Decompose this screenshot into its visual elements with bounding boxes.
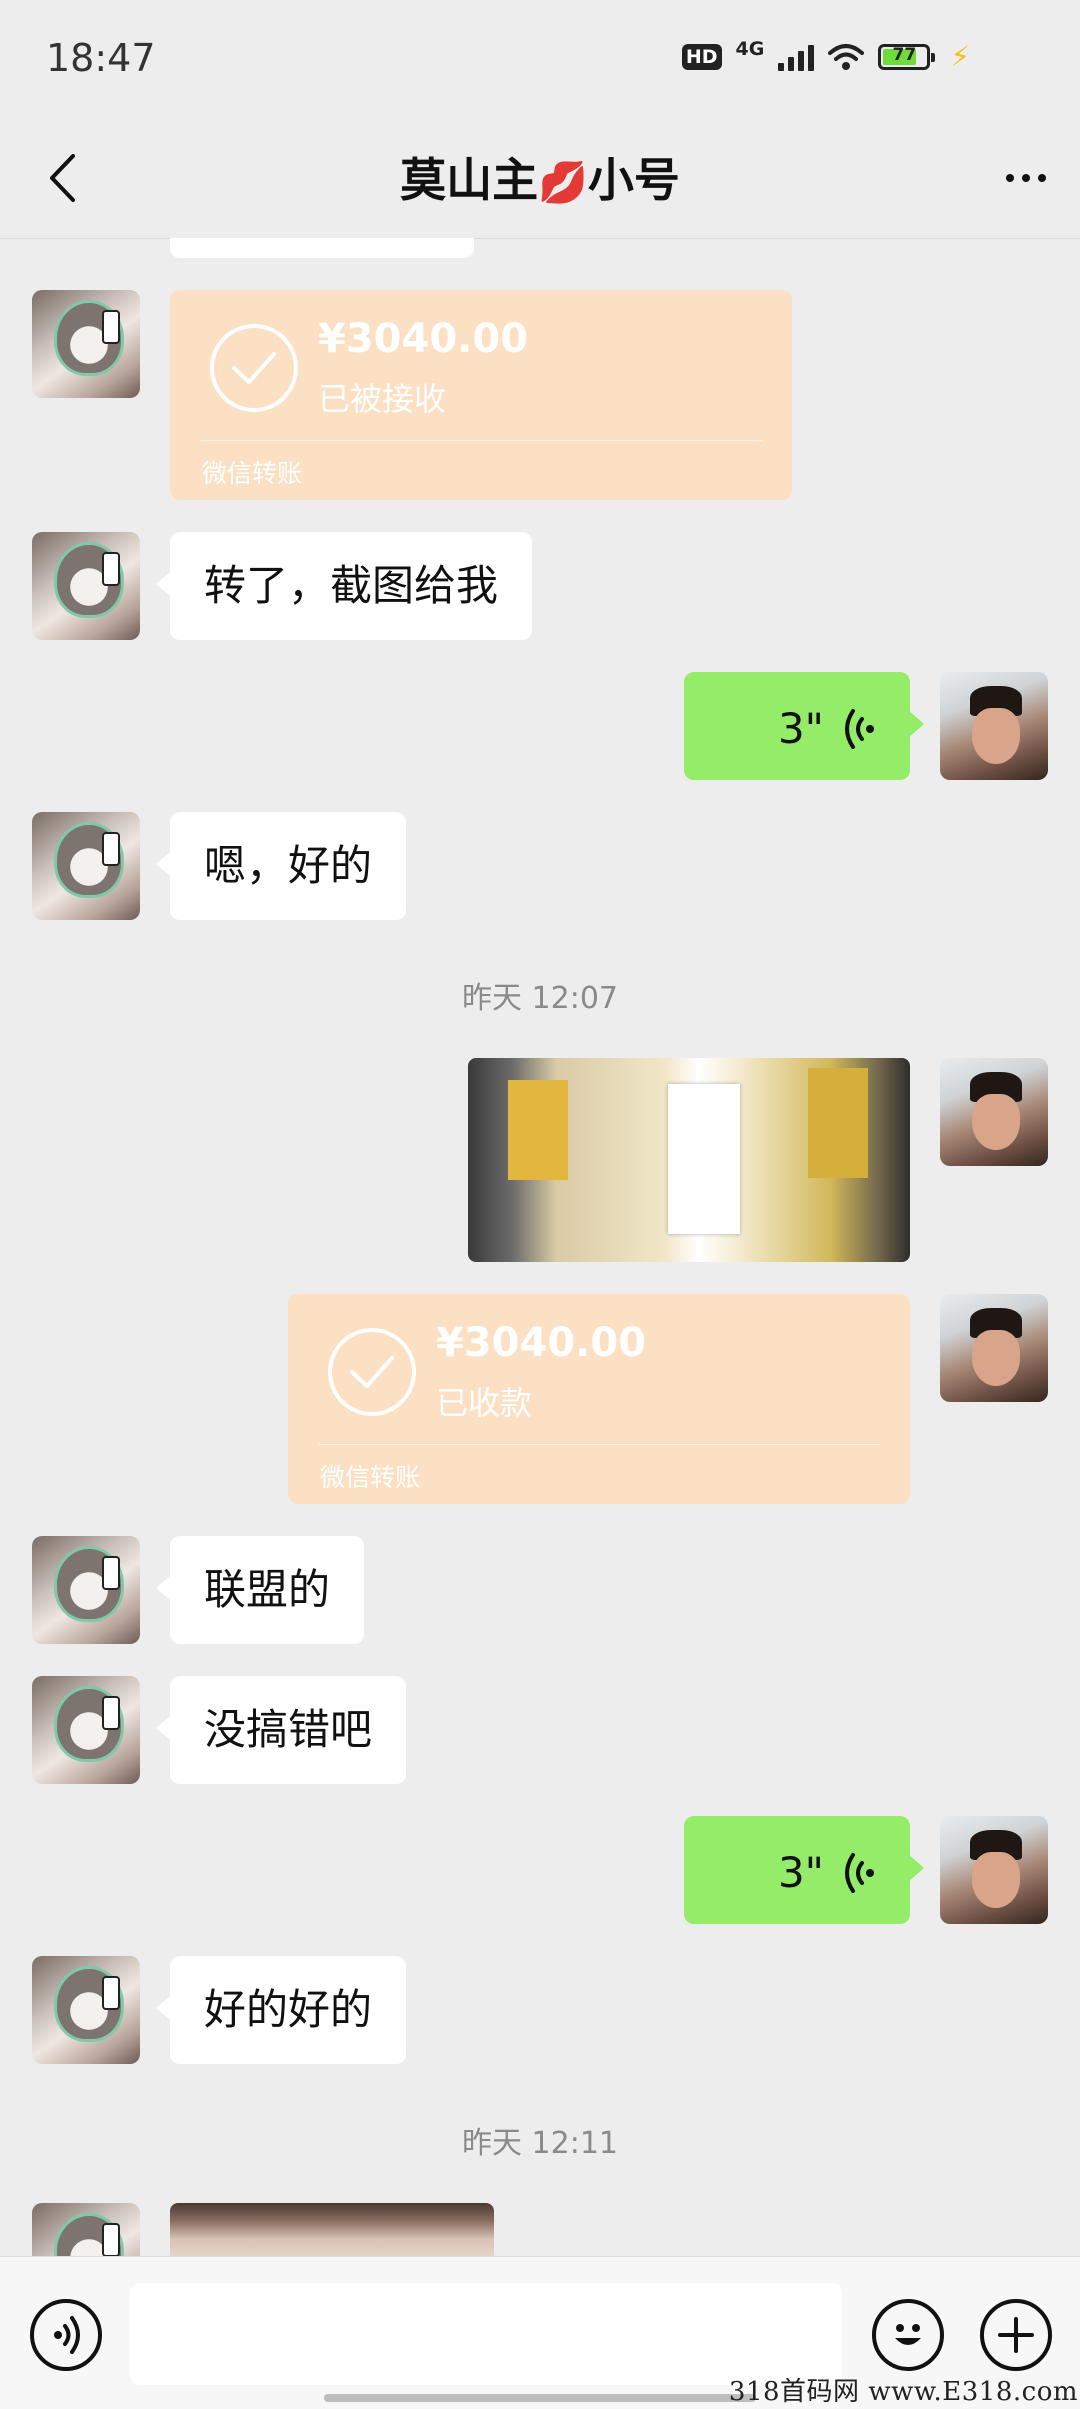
transfer-amount: ¥3040.00 bbox=[318, 316, 529, 362]
status-icons: HD 4G 77 ⚡ bbox=[681, 37, 970, 73]
network-type: 4G bbox=[735, 37, 765, 60]
transfer-card[interactable]: ¥3040.00 已被接收 微信转账 bbox=[170, 290, 792, 500]
self-avatar[interactable] bbox=[940, 672, 1048, 780]
voice-message-bubble[interactable]: 3" bbox=[684, 1816, 924, 1924]
voice-icon bbox=[54, 2316, 80, 2354]
signal-icon bbox=[778, 43, 815, 71]
transfer-status: 已收款 bbox=[436, 1384, 533, 1422]
transfer-card[interactable]: ¥3040.00 已收款 微信转账 bbox=[288, 1294, 910, 1504]
message-input[interactable] bbox=[130, 2283, 842, 2385]
self-avatar[interactable] bbox=[940, 1058, 1048, 1166]
check-icon bbox=[328, 1328, 416, 1416]
message-bubble[interactable]: 联盟的 bbox=[155, 1536, 365, 1644]
check-icon bbox=[210, 324, 298, 412]
image-message[interactable] bbox=[170, 2203, 494, 2256]
contact-avatar[interactable] bbox=[32, 812, 140, 920]
voice-message-bubble[interactable]: 3" bbox=[684, 672, 924, 780]
emoji-button[interactable] bbox=[872, 2299, 944, 2371]
timestamp: 昨天 12:07 bbox=[462, 981, 618, 1016]
voice-duration: 3" bbox=[777, 1847, 824, 1897]
chat-area[interactable]: ¥3040.00 已被接收 微信转账 转了，截图给我 3" 嗯，好的 昨天 12… bbox=[0, 238, 1080, 2256]
lips-emoji: 💋 bbox=[538, 160, 588, 206]
transfer-footer: 微信转账 bbox=[202, 459, 303, 488]
smile-icon bbox=[895, 2324, 921, 2345]
contact-avatar[interactable] bbox=[32, 532, 140, 640]
contact-avatar[interactable] bbox=[32, 1676, 140, 1784]
title-name: 莫山主 bbox=[400, 153, 539, 207]
divider bbox=[200, 440, 762, 441]
status-bar: 18:47 HD 4G 77 ⚡ bbox=[0, 0, 1080, 120]
wifi-icon bbox=[828, 43, 865, 70]
contact-avatar[interactable] bbox=[32, 1956, 140, 2064]
transfer-status: 已被接收 bbox=[318, 380, 447, 418]
voice-wave-icon bbox=[845, 1852, 874, 1893]
chat-title: 莫山主💋小号 bbox=[0, 144, 1080, 210]
voice-duration: 3" bbox=[777, 703, 824, 753]
hd-badge: HD bbox=[681, 43, 722, 70]
transfer-footer: 微信转账 bbox=[320, 1463, 421, 1492]
message-bubble[interactable]: 转了，截图给我 bbox=[155, 532, 533, 640]
contact-avatar[interactable] bbox=[32, 1536, 140, 1644]
title-suffix: 小号 bbox=[587, 153, 680, 207]
charging-icon: ⚡ bbox=[950, 40, 970, 73]
contact-avatar[interactable] bbox=[32, 2203, 140, 2256]
voice-wave-icon bbox=[845, 708, 874, 749]
more-options-button[interactable] bbox=[996, 148, 1056, 208]
self-avatar[interactable] bbox=[940, 1816, 1048, 1924]
image-message[interactable] bbox=[468, 1058, 910, 1262]
status-time: 18:47 bbox=[46, 36, 156, 80]
message-bubble[interactable]: 好的好的 bbox=[155, 1956, 407, 2064]
timestamp: 昨天 12:11 bbox=[462, 2126, 618, 2161]
message-bubble[interactable]: 嗯，好的 bbox=[155, 812, 407, 920]
message-bubble[interactable]: 没搞错吧 bbox=[155, 1676, 407, 1784]
partial-message-bubble[interactable] bbox=[170, 238, 474, 258]
watermark: 318首码网 www.E318.com bbox=[728, 2377, 1078, 2407]
dot-icon bbox=[1006, 174, 1014, 182]
dot-icon bbox=[1022, 174, 1030, 182]
battery-level: 77 bbox=[892, 44, 917, 65]
dot-icon bbox=[1038, 174, 1046, 182]
contact-avatar[interactable] bbox=[32, 290, 140, 398]
voice-input-button[interactable] bbox=[30, 2299, 102, 2371]
divider bbox=[318, 1444, 880, 1445]
plus-icon bbox=[998, 2317, 1034, 2353]
home-indicator[interactable] bbox=[324, 2394, 756, 2402]
transfer-amount: ¥3040.00 bbox=[436, 1320, 647, 1366]
battery-icon: 77 bbox=[878, 43, 936, 70]
more-actions-button[interactable] bbox=[980, 2299, 1052, 2371]
self-avatar[interactable] bbox=[940, 1294, 1048, 1402]
chat-header: 莫山主💋小号 bbox=[0, 120, 1080, 239]
